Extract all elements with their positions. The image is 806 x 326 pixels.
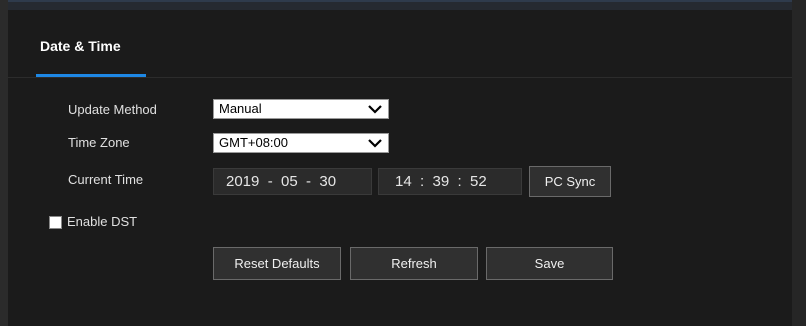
right-scroll-rail	[792, 0, 806, 326]
panel-header: Date & Time	[8, 10, 792, 78]
enable-dst-label: Enable DST	[67, 214, 138, 229]
enable-dst-checkbox[interactable]	[49, 216, 62, 229]
refresh-button[interactable]: Refresh	[350, 247, 478, 280]
top-strip	[0, 0, 806, 10]
time-zone-value: GMT+08:00	[219, 135, 289, 150]
header-divider	[8, 77, 792, 78]
time-zone-label: Time Zone	[68, 135, 130, 150]
pc-sync-button[interactable]: PC Sync	[529, 166, 611, 197]
time-input[interactable]: 14 : 39 : 52	[378, 168, 522, 195]
save-button[interactable]: Save	[486, 247, 613, 280]
top-accent-line	[0, 0, 806, 2]
left-rail	[0, 0, 8, 326]
update-method-label: Update Method	[68, 102, 157, 117]
chevron-down-icon	[368, 105, 382, 114]
current-time-label: Current Time	[68, 172, 144, 187]
settings-panel: Date & Time Update Method Manual Time Zo…	[8, 10, 792, 326]
update-method-select[interactable]: Manual	[213, 99, 389, 119]
tab-date-time[interactable]: Date & Time	[40, 38, 121, 54]
chevron-down-icon	[368, 139, 382, 148]
reset-defaults-button[interactable]: Reset Defaults	[213, 247, 341, 280]
date-input[interactable]: 2019 - 05 - 30	[213, 168, 372, 195]
update-method-value: Manual	[219, 101, 262, 116]
time-zone-select[interactable]: GMT+08:00	[213, 133, 389, 153]
